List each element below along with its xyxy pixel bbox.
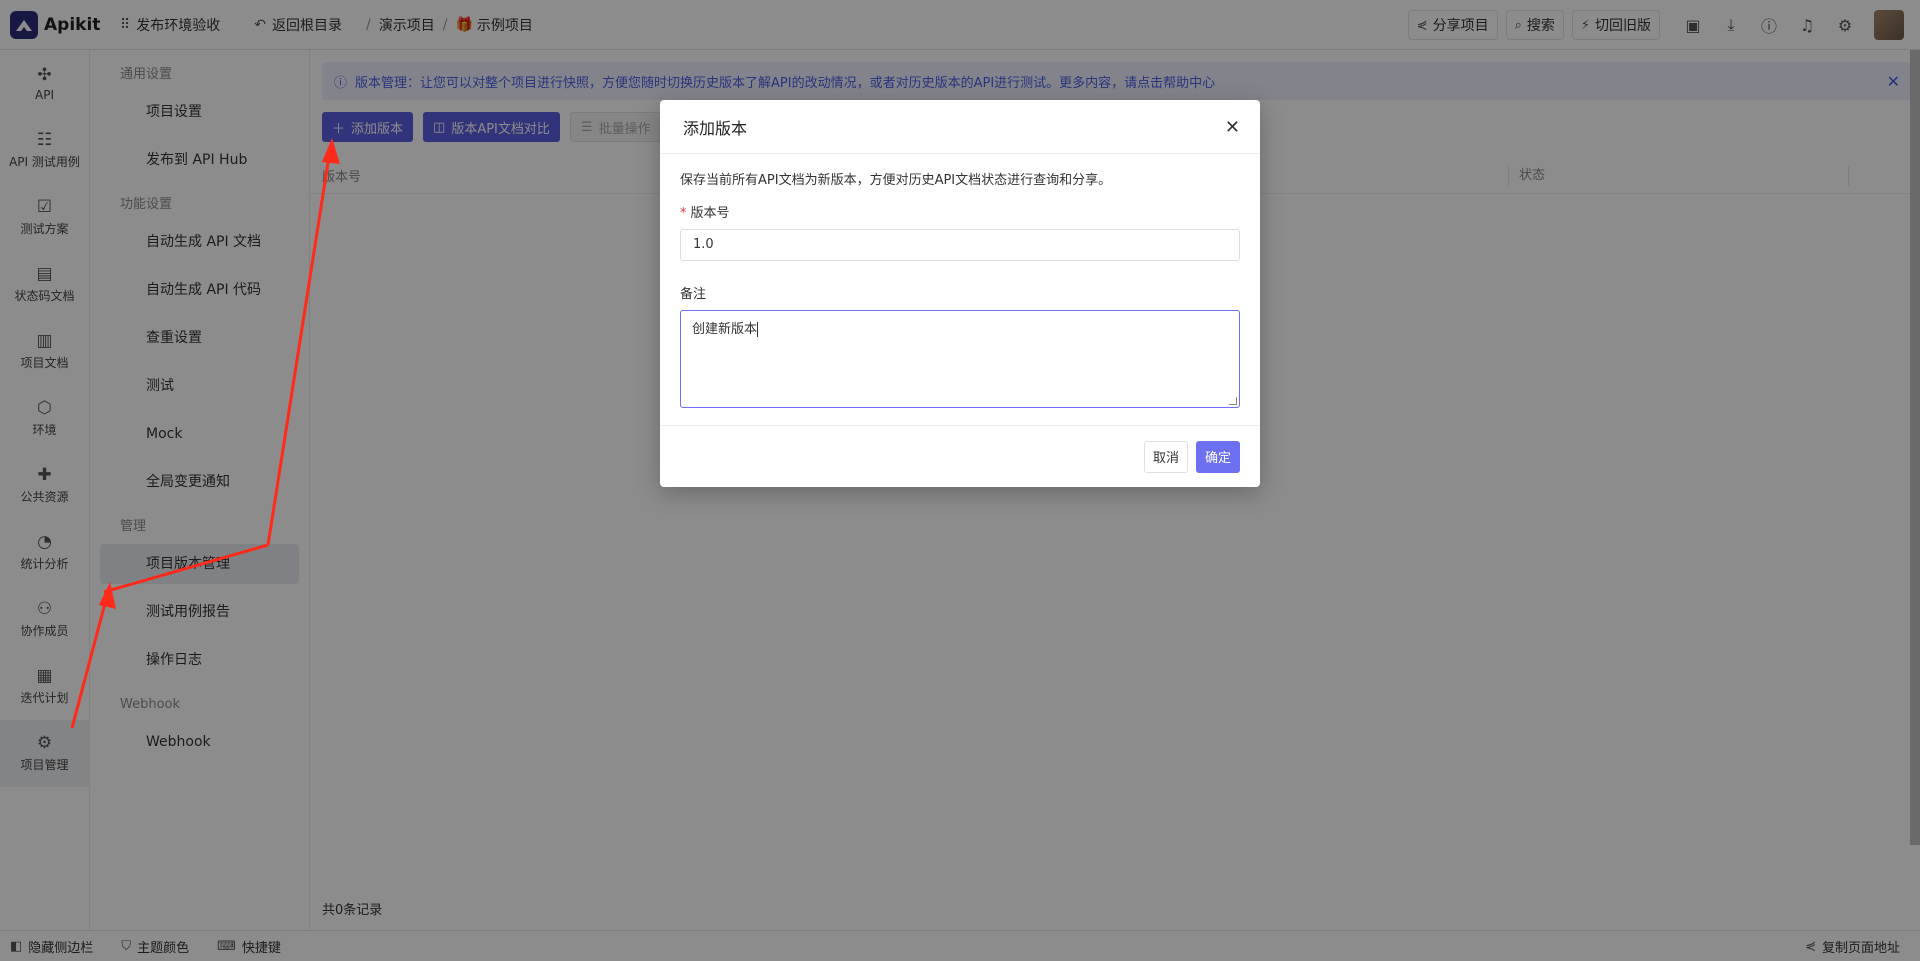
dialog-body: 保存当前所有API文档为新版本，方便对历史API文档状态进行查询和分享。 * 版本… xyxy=(660,169,1260,408)
dialog-header: 添加版本 ✕ xyxy=(660,100,1260,154)
dialog-description: 保存当前所有API文档为新版本，方便对历史API文档状态进行查询和分享。 xyxy=(680,173,1112,188)
note-textarea[interactable]: 创建新版本 xyxy=(680,310,1240,408)
text-caret xyxy=(757,322,759,337)
version-field-label: * 版本号 xyxy=(680,202,1240,221)
add-version-dialog: 添加版本 ✕ 保存当前所有API文档为新版本，方便对历史API文档状态进行查询和… xyxy=(660,100,1260,487)
dialog-footer: 取消 确定 xyxy=(660,425,1260,487)
dialog-title: 添加版本 xyxy=(683,118,748,138)
note-text: 创建新版本 xyxy=(692,322,758,337)
confirm-button[interactable]: 确定 xyxy=(1195,440,1240,473)
version-input[interactable]: 1.0 xyxy=(680,229,1240,261)
note-field-label: 备注 xyxy=(680,287,707,302)
required-mark: * xyxy=(680,206,687,221)
version-label-text: 版本号 xyxy=(690,206,730,221)
resize-handle[interactable] xyxy=(1229,397,1237,405)
close-icon[interactable]: ✕ xyxy=(1225,117,1240,138)
cancel-button[interactable]: 取消 xyxy=(1143,440,1188,473)
